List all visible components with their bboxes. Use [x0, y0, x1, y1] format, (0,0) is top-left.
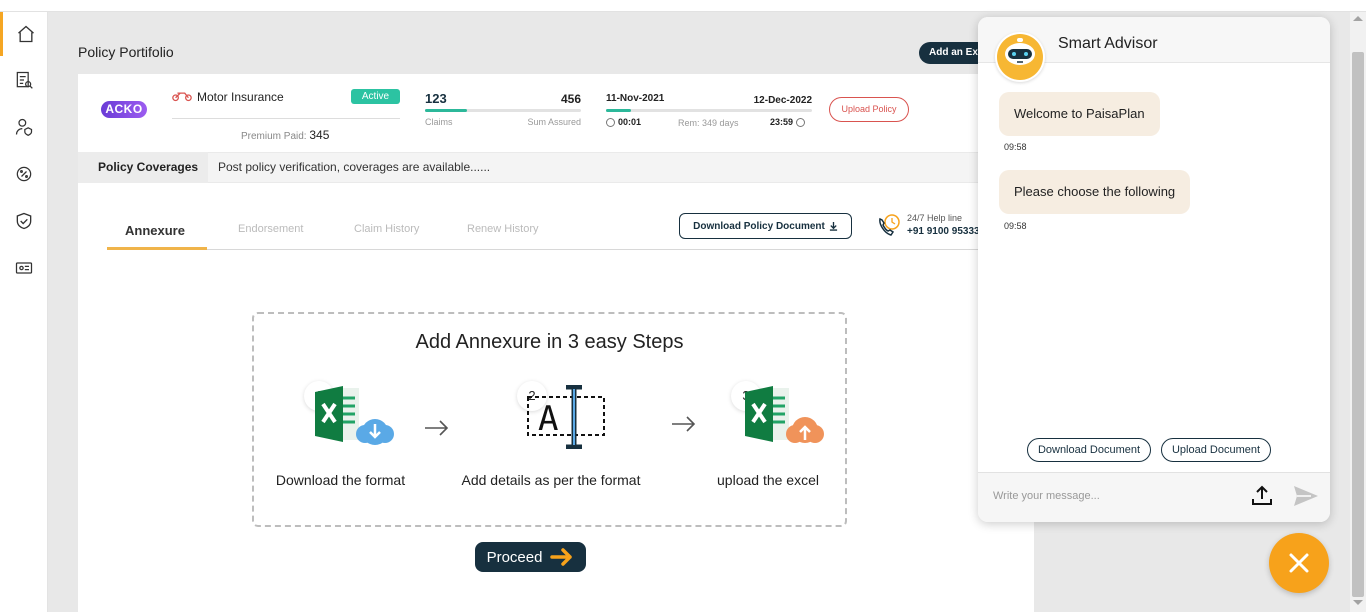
premium-value: 345 [309, 128, 330, 142]
scroll-up-icon[interactable] [1353, 16, 1363, 21]
chat-title: Smart Advisor [1058, 35, 1158, 52]
remaining-days: Rem: 349 days [678, 118, 739, 128]
clock-icon [796, 117, 806, 127]
chat-message-time: 09:58 [1004, 221, 1027, 231]
close-chat-button[interactable] [1269, 533, 1329, 593]
tab-annexure[interactable]: Annexure [125, 223, 185, 238]
annexure-title: Add Annexure in 3 easy Steps [415, 331, 684, 353]
svg-text:A: A [538, 399, 558, 439]
home-icon [17, 25, 34, 43]
policy-start-date: 11-Nov-2021 [606, 93, 665, 104]
tabs-divider [107, 249, 987, 250]
status-badge: Active [351, 89, 400, 104]
user-shield-icon [15, 118, 33, 137]
helpline-label: 24/7 Help line [907, 213, 963, 223]
sidebar [0, 12, 48, 612]
motorcycle-icon [172, 92, 192, 102]
claims-progress-bar [425, 109, 581, 112]
report-icon [16, 71, 33, 89]
sidebar-item-home[interactable] [0, 12, 48, 56]
policy-type: Motor Insurance [197, 90, 284, 104]
step-label: Download the format [275, 472, 406, 488]
shield-check-icon [16, 212, 32, 230]
helpline-number: +91 9100 95333 [907, 226, 980, 237]
settings-percent-icon [16, 166, 32, 182]
chat-message-time: 09:58 [1004, 142, 1027, 152]
clock-icon [606, 117, 615, 127]
sidebar-item-offers[interactable] [0, 152, 48, 196]
excel-download-icon [315, 386, 394, 445]
download-document-option[interactable]: Download Document [1027, 438, 1151, 462]
premium-paid: Premium Paid: 345 [241, 128, 329, 142]
download-policy-document-button[interactable]: Download Policy Document [679, 213, 852, 239]
scrollbar-thumb[interactable] [1352, 52, 1364, 597]
chat-message: Please choose the following [999, 170, 1191, 214]
divider [172, 118, 400, 119]
start-time: 00:01 [606, 117, 641, 127]
claims-progress-fill [425, 109, 468, 112]
robot-icon [997, 34, 1043, 80]
excel-upload-icon [745, 386, 824, 443]
step-label: Add details as per the format [461, 472, 641, 488]
sidebar-item-policies[interactable] [0, 199, 48, 243]
tab-claim-history[interactable]: Claim History [354, 223, 419, 235]
sum-assured-value: 456 [560, 92, 581, 106]
id-card-icon [15, 262, 33, 274]
claims-value: 123 [425, 91, 447, 106]
step-label: upload the excel [717, 472, 819, 488]
upload-policy-button[interactable]: Upload Policy [829, 97, 909, 122]
text-cursor-icon: A [527, 385, 605, 449]
sidebar-item-idcard[interactable] [0, 246, 48, 290]
scroll-down-icon[interactable] [1353, 600, 1363, 605]
proceed-button[interactable]: Proceed [475, 542, 586, 572]
insurer-logo: ACKO [101, 101, 147, 118]
chat-message-input[interactable] [993, 487, 1223, 505]
page-title: Policy Portifolio [78, 44, 174, 60]
upload-document-option[interactable]: Upload Document [1161, 438, 1271, 462]
proceed-label: Proceed [486, 548, 543, 566]
date-progress-fill [606, 109, 631, 112]
top-bar [0, 0, 1366, 12]
close-icon [1289, 553, 1309, 573]
chat-message: Welcome to PaisaPlan [999, 92, 1160, 136]
arrow-right-icon [425, 420, 449, 436]
policy-end-date: 12-Dec-2022 [753, 95, 812, 106]
end-time: 23:59 [770, 117, 806, 127]
arrow-right-icon [550, 548, 573, 566]
start-time-value: 00:01 [618, 117, 642, 127]
premium-label: Premium Paid: [241, 131, 307, 142]
tab-renew-history[interactable]: Renew History [467, 223, 539, 235]
download-icon [829, 221, 837, 231]
sidebar-item-reports[interactable] [0, 58, 48, 102]
upload-icon[interactable] [1250, 484, 1274, 508]
coverage-text: Post policy verification, coverages are … [218, 160, 491, 174]
tab-endorsement[interactable]: Endorsement [238, 223, 303, 235]
download-policy-document-label: Download Policy Document [693, 220, 825, 232]
end-time-value: 23:59 [770, 117, 794, 127]
coverage-label: Policy Coverages [78, 152, 208, 183]
sidebar-item-profile[interactable] [0, 105, 48, 149]
phone-24h-icon [879, 214, 900, 236]
sum-assured-label: Sum Assured [527, 117, 581, 127]
active-tab-indicator [107, 247, 207, 250]
bot-avatar [995, 32, 1045, 82]
arrow-right-icon [672, 416, 696, 432]
date-progress-bar [606, 109, 812, 112]
send-icon[interactable] [1292, 484, 1320, 508]
claims-label: Claims [425, 117, 453, 127]
